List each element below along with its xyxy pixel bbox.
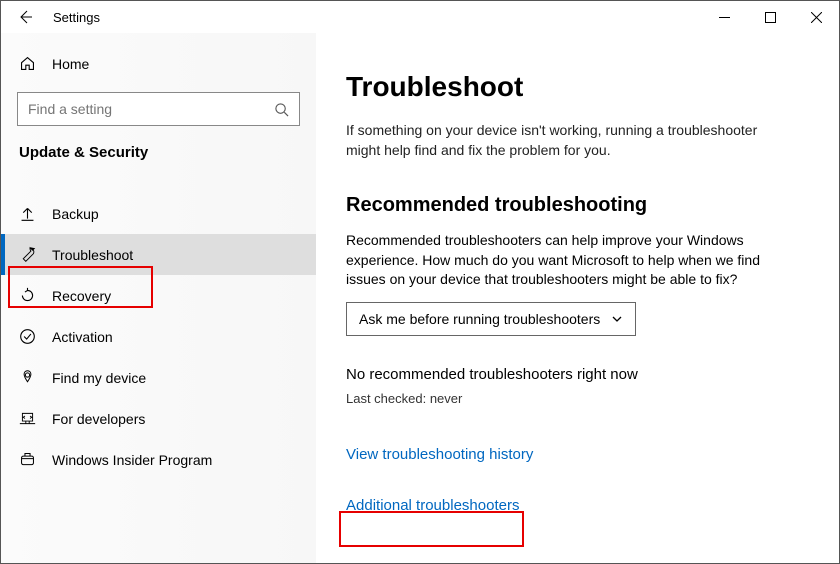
maximize-button[interactable]: [747, 1, 793, 33]
category-header: Update & Security: [1, 144, 316, 175]
sidebar-item-troubleshoot[interactable]: Troubleshoot: [1, 234, 316, 275]
home-nav[interactable]: Home: [1, 45, 316, 82]
section-title: Recommended troubleshooting: [346, 194, 809, 217]
sidebar-item-for-developers[interactable]: For developers: [1, 398, 316, 439]
page-title: Troubleshoot: [346, 71, 809, 103]
home-icon: [19, 55, 36, 72]
recovery-icon: [19, 287, 36, 304]
minimize-button[interactable]: [701, 1, 747, 33]
status-text: No recommended troubleshooters right now: [346, 366, 809, 383]
sidebar-item-activation[interactable]: Activation: [1, 316, 316, 357]
sidebar-item-recovery[interactable]: Recovery: [1, 275, 316, 316]
sidebar-item-label: Find my device: [52, 370, 146, 386]
chevron-down-icon: [611, 313, 623, 325]
home-label: Home: [52, 56, 89, 72]
search-input[interactable]: [28, 101, 274, 117]
sidebar-item-label: For developers: [52, 411, 145, 427]
search-icon: [274, 102, 289, 117]
additional-troubleshooters-link[interactable]: Additional troubleshooters: [346, 497, 519, 514]
sidebar-item-find-my-device[interactable]: Find my device: [1, 357, 316, 398]
sidebar-item-label: Activation: [52, 329, 113, 345]
troubleshoot-preference-dropdown[interactable]: Ask me before running troubleshooters: [346, 302, 636, 336]
insider-icon: [19, 451, 36, 468]
view-history-link[interactable]: View troubleshooting history: [346, 446, 533, 463]
sidebar-item-label: Troubleshoot: [52, 247, 133, 263]
sidebar-item-label: Windows Insider Program: [52, 452, 212, 468]
search-box[interactable]: [17, 92, 300, 126]
back-button[interactable]: [11, 3, 39, 31]
developers-icon: [19, 410, 36, 427]
main-panel: Troubleshoot If something on your device…: [316, 33, 839, 563]
sidebar-item-windows-insider[interactable]: Windows Insider Program: [1, 439, 316, 480]
wrench-icon: [19, 246, 36, 263]
sidebar: Home Update & Security Backup Troublesho…: [1, 33, 316, 563]
close-button[interactable]: [793, 1, 839, 33]
sidebar-item-label: Backup: [52, 206, 99, 222]
dropdown-value: Ask me before running troubleshooters: [359, 311, 600, 327]
find-device-icon: [19, 369, 36, 386]
section-description: Recommended troubleshooters can help imp…: [346, 231, 776, 290]
activation-icon: [19, 328, 36, 345]
sidebar-item-backup[interactable]: Backup: [1, 193, 316, 234]
page-description: If something on your device isn't workin…: [346, 121, 776, 160]
window-title: Settings: [53, 10, 100, 25]
backup-icon: [19, 205, 36, 222]
last-checked-text: Last checked: never: [346, 391, 809, 406]
sidebar-item-label: Recovery: [52, 288, 111, 304]
